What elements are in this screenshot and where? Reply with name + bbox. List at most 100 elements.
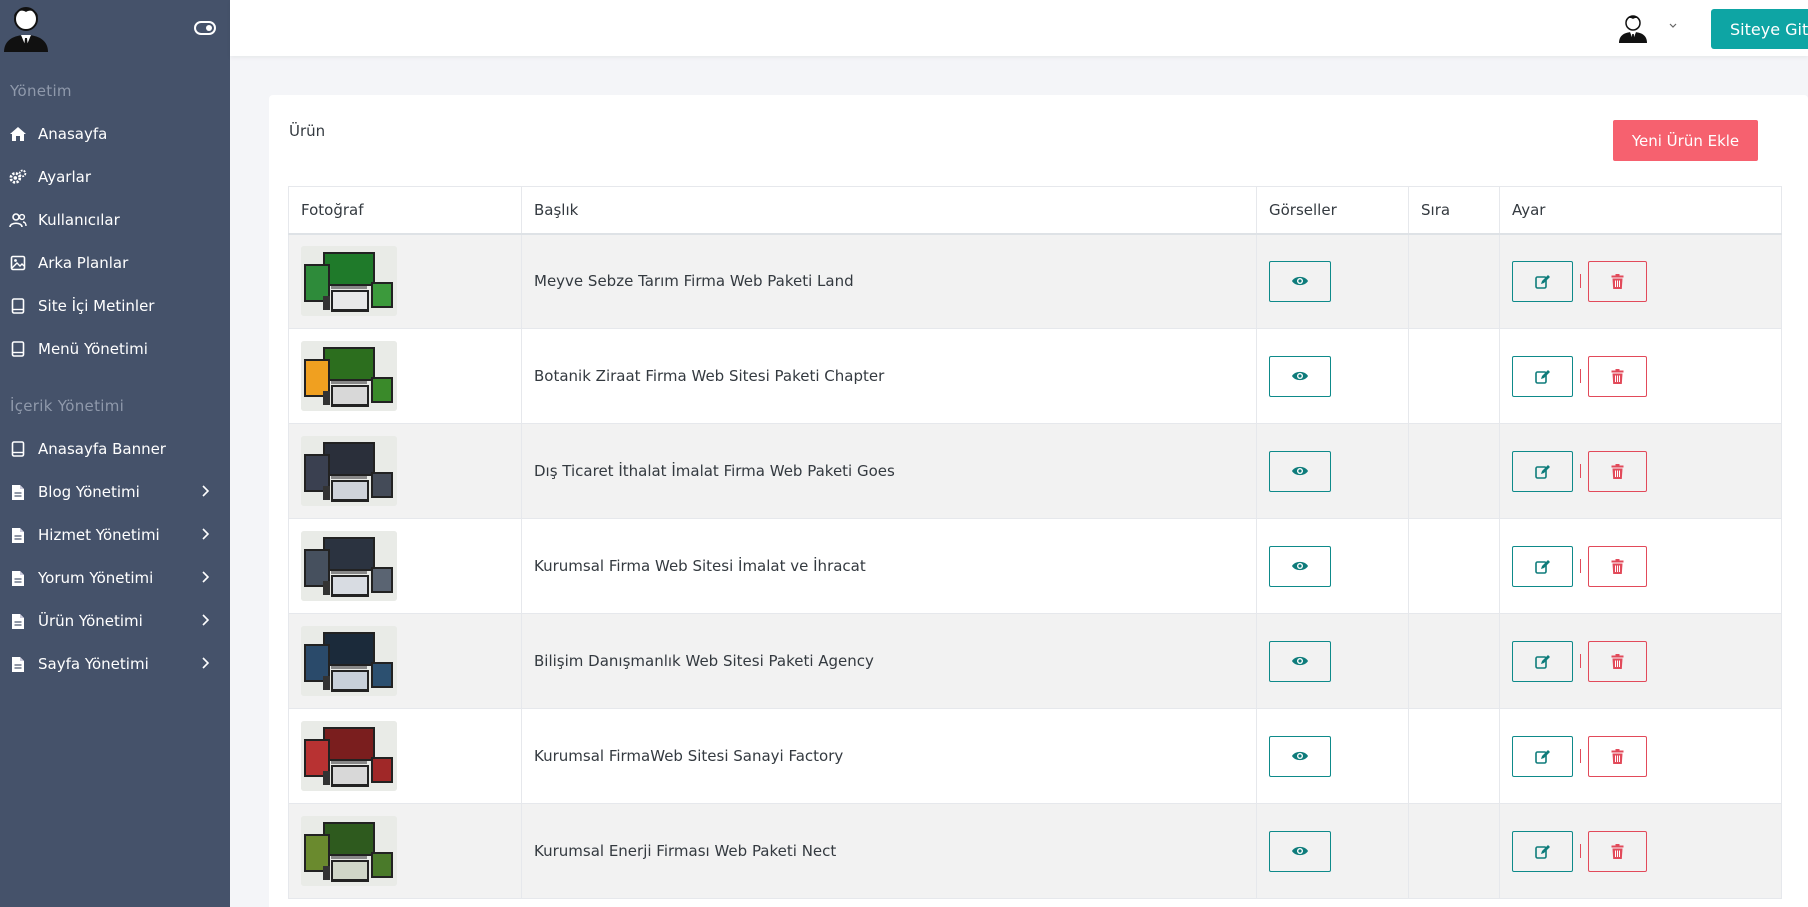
order-cell	[1408, 518, 1500, 614]
view-images-button[interactable]	[1269, 260, 1331, 302]
file-icon	[9, 612, 27, 630]
edit-button[interactable]	[1512, 735, 1573, 777]
column-header-images: Görseller	[1256, 186, 1409, 235]
sidebar-item-sayfa-yonetimi[interactable]: Sayfa Yönetimi	[0, 646, 230, 682]
view-images-button[interactable]	[1269, 735, 1331, 777]
sidebar-item-label: Ayarlar	[38, 168, 92, 186]
images-cell	[1256, 613, 1409, 709]
file-icon	[9, 655, 27, 673]
title-cell: Dış Ticaret İthalat İmalat Firma Web Pak…	[521, 423, 1257, 519]
sidebar-item-label: Menü Yönetimi	[38, 340, 148, 358]
product-thumbnail[interactable]	[301, 626, 397, 696]
settings-cell	[1499, 803, 1782, 899]
sidebar-section-icerik-yonetimi: İçerik Yönetimi	[10, 397, 125, 415]
product-thumbnail[interactable]	[301, 721, 397, 791]
sidebar-item-label: Anasayfa Banner	[38, 440, 166, 458]
eye-icon	[1292, 561, 1308, 571]
trash-icon	[1611, 463, 1624, 479]
product-thumbnail[interactable]	[301, 816, 397, 886]
edit-button[interactable]	[1512, 355, 1573, 397]
view-images-button[interactable]	[1269, 450, 1331, 492]
images-cell	[1256, 518, 1409, 614]
sidebar-item-hizmet-yonetimi[interactable]: Hizmet Yönetimi	[0, 517, 230, 553]
view-images-button[interactable]	[1269, 355, 1331, 397]
edit-button[interactable]	[1512, 830, 1573, 872]
sidebar-item-ayarlar[interactable]: Ayarlar	[0, 159, 230, 195]
sidebar-item-arka-planlar[interactable]: Arka Planlar	[0, 245, 230, 281]
sidebar-item-menu-yonetimi[interactable]: Menü Yönetimi	[0, 331, 230, 367]
table-row: Dış Ticaret İthalat İmalat Firma Web Pak…	[288, 423, 1782, 519]
delete-button[interactable]	[1588, 640, 1647, 682]
sidebar-item-label: Site İçi Metinler	[38, 297, 155, 315]
chevron-down-icon[interactable]	[1668, 22, 1678, 30]
sidebar: Yönetim Anasayfa Ayarlar Kullanıcılar Ar…	[0, 0, 230, 907]
product-title: Kurumsal Firma Web Sitesi İmalat ve İhra…	[534, 557, 866, 575]
view-images-button[interactable]	[1269, 545, 1331, 587]
images-cell	[1256, 328, 1409, 424]
sidebar-item-kullanicilar[interactable]: Kullanıcılar	[0, 202, 230, 238]
sidebar-section-yonetim: Yönetim	[10, 82, 72, 100]
button-separator	[1580, 464, 1581, 478]
table-header-row: Fotoğraf Başlık Görseller Sıra Ayar	[288, 186, 1782, 235]
image-icon	[9, 254, 27, 272]
edit-button[interactable]	[1512, 640, 1573, 682]
sidebar-item-yorum-yonetimi[interactable]: Yorum Yönetimi	[0, 560, 230, 596]
product-card: Ürün Yeni Ürün Ekle Fotoğraf Başlık Görs…	[269, 95, 1808, 907]
delete-button[interactable]	[1588, 830, 1647, 872]
delete-button[interactable]	[1588, 450, 1647, 492]
delete-button[interactable]	[1588, 735, 1647, 777]
view-images-button[interactable]	[1269, 640, 1331, 682]
product-title: Botanik Ziraat Firma Web Sitesi Paketi C…	[534, 367, 885, 385]
button-separator	[1580, 274, 1581, 289]
settings-cell	[1499, 518, 1782, 614]
button-separator	[1580, 559, 1581, 573]
photo-cell	[288, 518, 522, 614]
go-to-site-button[interactable]: Siteye Git	[1711, 9, 1808, 49]
delete-button[interactable]	[1588, 545, 1647, 587]
edit-button[interactable]	[1512, 450, 1573, 492]
edit-icon	[1534, 749, 1550, 764]
title-cell: Botanik Ziraat Firma Web Sitesi Paketi C…	[521, 328, 1257, 424]
photo-cell	[288, 613, 522, 709]
eye-icon	[1292, 751, 1308, 761]
sidebar-item-label: Hizmet Yönetimi	[38, 526, 160, 544]
settings-cell	[1499, 423, 1782, 519]
trash-icon	[1611, 273, 1624, 289]
view-images-button[interactable]	[1269, 830, 1331, 872]
order-cell	[1408, 803, 1500, 899]
product-thumbnail[interactable]	[301, 531, 397, 601]
title-cell: Meyve Sebze Tarım Firma Web Paketi Land	[521, 233, 1257, 329]
product-thumbnail[interactable]	[301, 246, 397, 317]
chevron-right-icon	[202, 485, 210, 497]
delete-button[interactable]	[1588, 355, 1647, 397]
photo-cell	[288, 423, 522, 519]
sidebar-item-site-ici-metinler[interactable]: Site İçi Metinler	[0, 288, 230, 324]
sidebar-item-label: Yorum Yönetimi	[38, 569, 154, 587]
file-icon	[9, 526, 27, 544]
add-product-button[interactable]: Yeni Ürün Ekle	[1613, 120, 1758, 161]
table-row: Kurumsal Firma Web Sitesi İmalat ve İhra…	[288, 518, 1782, 614]
sidebar-item-urun-yonetimi[interactable]: Ürün Yönetimi	[0, 603, 230, 639]
chevron-right-icon	[202, 528, 210, 540]
title-cell: Kurumsal FirmaWeb Sitesi Sanayi Factory	[521, 708, 1257, 804]
edit-icon	[1534, 844, 1550, 859]
user-avatar-icon[interactable]	[1617, 11, 1649, 43]
edit-button[interactable]	[1512, 545, 1573, 587]
product-thumbnail[interactable]	[301, 436, 397, 506]
edit-button[interactable]	[1512, 260, 1573, 302]
admin-avatar-icon	[4, 7, 48, 52]
sidebar-item-label: Arka Planlar	[38, 254, 129, 272]
sidebar-item-label: Blog Yönetimi	[38, 483, 140, 501]
product-title: Bilişim Danışmanlık Web Sitesi Paketi Ag…	[534, 652, 874, 670]
sidebar-item-anasayfa-banner[interactable]: Anasayfa Banner	[0, 431, 230, 467]
toggle-icon[interactable]	[194, 17, 216, 39]
settings-cell	[1499, 328, 1782, 424]
product-thumbnail[interactable]	[301, 341, 397, 411]
delete-button[interactable]	[1588, 260, 1647, 302]
sidebar-item-blog-yonetimi[interactable]: Blog Yönetimi	[0, 474, 230, 510]
table-row: Kurumsal Enerji Firması Web Paketi Nect	[288, 803, 1782, 899]
table-row: Kurumsal FirmaWeb Sitesi Sanayi Factory	[288, 708, 1782, 804]
table-row: Meyve Sebze Tarım Firma Web Paketi Land	[288, 233, 1782, 329]
sidebar-item-anasayfa[interactable]: Anasayfa	[0, 116, 230, 152]
order-cell	[1408, 423, 1500, 519]
